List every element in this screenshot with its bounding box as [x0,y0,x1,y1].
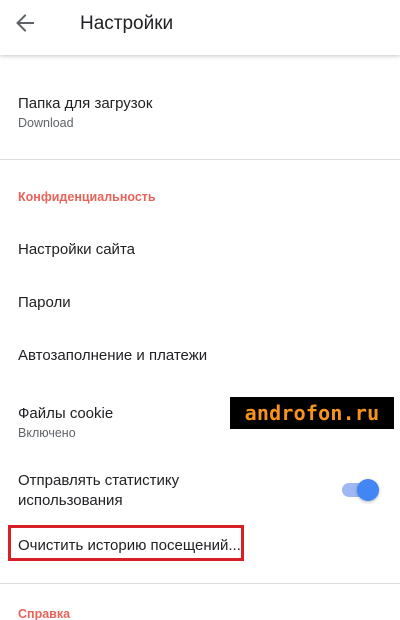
watermark-logo: androfon.ru [230,397,394,429]
site-settings-label: Настройки сайта [18,241,135,258]
section-divider [0,159,400,160]
toggle-thumb [357,479,379,501]
arrow-back-icon [16,14,34,32]
download-folder-title: Папка для загрузок [18,95,153,112]
settings-screen: Настройки Папка для загрузок Download Ко… [0,0,400,620]
autofill-payments-item[interactable]: Автозаполнение и платежи [18,346,382,366]
usage-stats-toggle[interactable] [340,478,380,502]
back-button[interactable] [8,6,42,40]
page-title: Настройки [80,13,174,34]
passwords-item[interactable]: Пароли [18,293,382,313]
download-folder-item[interactable]: Папка для загрузок Download [18,94,382,132]
usage-stats-item[interactable]: Отправлять статистику использования [18,471,320,511]
app-bar: Настройки [0,0,400,55]
site-settings-item[interactable]: Настройки сайта [18,240,382,260]
help-section-header: Справка [18,607,71,620]
autofill-payments-label: Автозаполнение и платежи [18,347,208,364]
download-folder-value: Download [18,116,74,130]
usage-stats-label-line2: использования [18,492,123,509]
passwords-label: Пароли [18,294,71,311]
highlight-frame [8,525,244,561]
section-divider [0,583,400,584]
privacy-section-header: Конфиденциальность [18,190,156,204]
usage-stats-label-line1: Отправлять статистику [18,472,180,489]
